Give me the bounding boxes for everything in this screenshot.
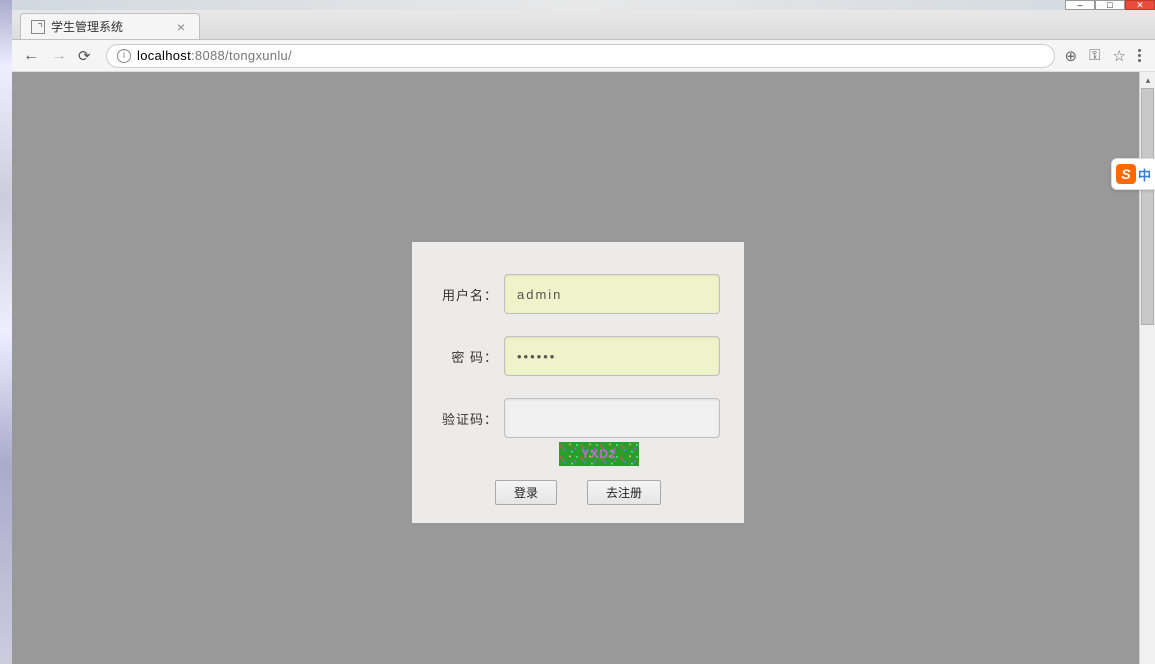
- captcha-text: YXD2: [581, 447, 616, 461]
- captcha-label: 验证码：: [436, 409, 498, 428]
- password-row: 密 码：: [436, 336, 720, 376]
- page-viewport: 用户名： 密 码： 验证码： YXD2 登录 去注册: [12, 72, 1155, 664]
- background-window-titlebar: [0, 0, 1155, 10]
- login-form: 用户名： 密 码： 验证码： YXD2 登录 去注册: [412, 242, 744, 523]
- zoom-icon[interactable]: ⊕: [1065, 47, 1078, 65]
- reload-button[interactable]: ⟳: [78, 47, 96, 65]
- ime-indicator[interactable]: S 中: [1111, 158, 1155, 190]
- forward-button[interactable]: →: [50, 47, 68, 65]
- tab-strip: 学生管理系统 ×: [12, 10, 1155, 40]
- password-label: 密 码：: [436, 347, 498, 366]
- password-input[interactable]: [504, 336, 720, 376]
- back-button[interactable]: ←: [22, 47, 40, 65]
- menu-icon[interactable]: [1138, 49, 1141, 62]
- background-window-edge: [0, 0, 12, 664]
- key-icon[interactable]: ⚿: [1089, 47, 1100, 64]
- page-icon: [31, 20, 45, 34]
- username-row: 用户名：: [436, 274, 720, 314]
- window-close-button[interactable]: ✕: [1125, 0, 1155, 10]
- close-icon[interactable]: ×: [173, 19, 189, 35]
- browser-window: 学生管理系统 × ← → ⟳ i localhost:8088/tongxunl…: [12, 10, 1155, 664]
- tab-title: 学生管理系统: [51, 18, 167, 35]
- captcha-image[interactable]: YXD2: [559, 442, 639, 466]
- browser-tab[interactable]: 学生管理系统 ×: [20, 13, 200, 39]
- toolbar-right: ⊕ ⚿ ☆: [1065, 47, 1145, 65]
- scrollbar-thumb[interactable]: [1141, 88, 1154, 325]
- username-input[interactable]: [504, 274, 720, 314]
- sogou-logo-icon: S: [1116, 164, 1136, 184]
- username-label: 用户名：: [436, 285, 498, 304]
- register-button[interactable]: 去注册: [587, 480, 661, 505]
- window-controls: – □ ✕: [1065, 0, 1155, 10]
- captcha-input[interactable]: [504, 398, 720, 438]
- login-button[interactable]: 登录: [495, 480, 557, 505]
- window-minimize-button[interactable]: –: [1065, 0, 1095, 10]
- address-bar: ← → ⟳ i localhost:8088/tongxunlu/ ⊕ ⚿ ☆: [12, 40, 1155, 72]
- captcha-row: 验证码：: [436, 398, 720, 438]
- star-icon[interactable]: ☆: [1113, 47, 1126, 65]
- url-text: localhost:8088/tongxunlu/: [137, 48, 292, 63]
- url-field[interactable]: i localhost:8088/tongxunlu/: [106, 44, 1055, 68]
- window-maximize-button[interactable]: □: [1095, 0, 1125, 10]
- ime-language-label: 中: [1138, 165, 1151, 184]
- info-icon[interactable]: i: [117, 49, 131, 63]
- button-row: 登录 去注册: [436, 480, 720, 505]
